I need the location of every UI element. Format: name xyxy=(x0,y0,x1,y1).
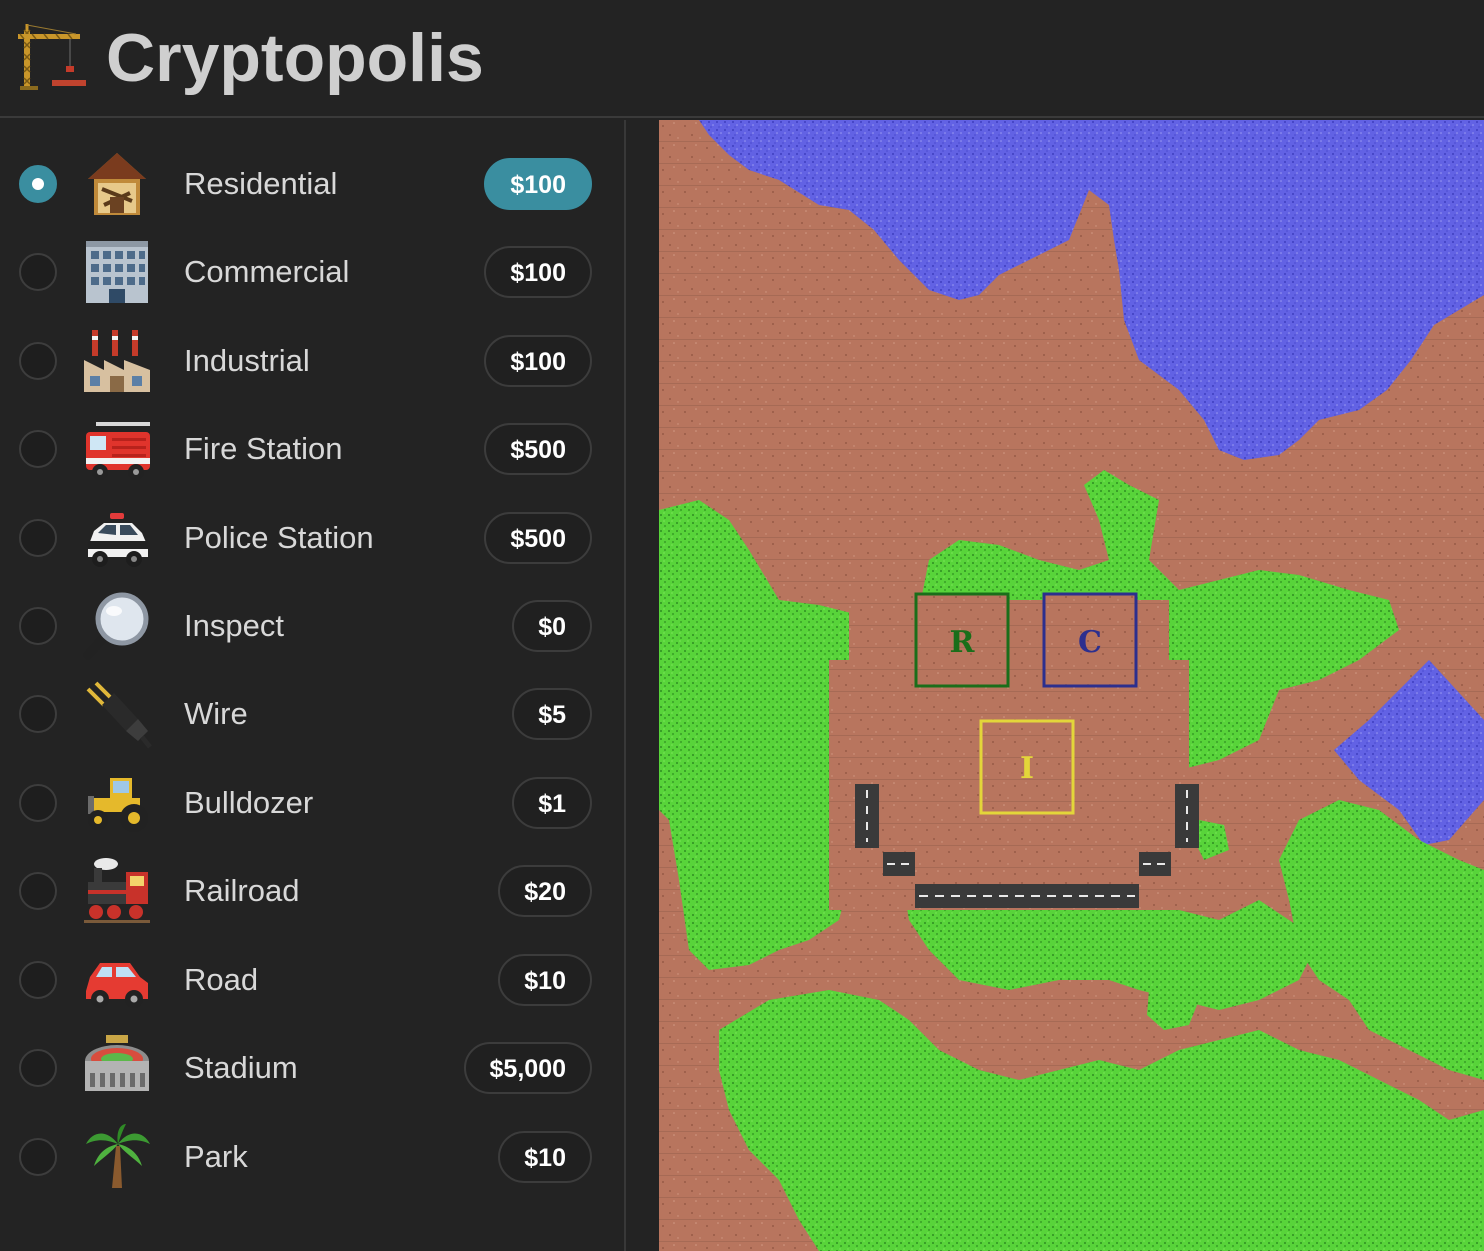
factory-icon xyxy=(82,326,152,396)
tool-sidebar: Residential $100 Commercial $100 Industrial $… xyxy=(0,120,626,1251)
construction-crane-icon xyxy=(18,24,86,90)
tool-item-wire[interactable]: Wire $5 xyxy=(0,670,624,758)
tool-item-inspect[interactable]: Inspect $0 xyxy=(0,582,624,670)
tool-item-road[interactable]: Road $10 xyxy=(0,936,624,1024)
residential-zone[interactable]: R xyxy=(914,592,1010,688)
tool-radio[interactable] xyxy=(19,961,57,999)
locomotive-icon xyxy=(82,856,152,926)
tool-item-fire-station[interactable]: Fire Station $500 xyxy=(0,405,624,493)
police-car-icon xyxy=(82,503,152,573)
tool-price-badge: $500 xyxy=(484,512,592,564)
tool-item-bulldozer[interactable]: Bulldozer $1 xyxy=(0,759,624,847)
tool-label: Fire Station xyxy=(184,431,343,466)
tool-label: Police Station xyxy=(184,520,374,555)
commercial-zone[interactable]: C xyxy=(1042,592,1138,688)
tool-radio[interactable] xyxy=(19,253,57,291)
tool-label: Inspect xyxy=(184,608,284,643)
zone-letter: C xyxy=(1078,625,1102,660)
zone-letter: I xyxy=(1020,751,1034,786)
tool-price-badge: $10 xyxy=(498,954,592,1006)
tool-radio[interactable] xyxy=(19,1049,57,1087)
tool-label: Residential xyxy=(184,166,338,201)
tool-price-badge: $5 xyxy=(512,688,592,740)
tool-label: Park xyxy=(184,1139,248,1174)
tool-radio[interactable] xyxy=(19,1138,57,1176)
zone-letter: R xyxy=(950,625,976,660)
tool-label: Railroad xyxy=(184,873,300,908)
tool-radio[interactable] xyxy=(19,872,57,910)
tool-price-badge: $20 xyxy=(498,865,592,917)
tool-price-badge: $100 xyxy=(484,335,592,387)
tractor-icon xyxy=(82,768,152,838)
page-title: Cryptopolis xyxy=(106,20,484,96)
tool-label: Commercial xyxy=(184,254,350,289)
tool-label: Road xyxy=(184,962,259,997)
tool-label: Bulldozer xyxy=(184,785,314,820)
stadium-icon xyxy=(82,1033,152,1103)
fire-truck-icon xyxy=(82,414,152,484)
magnifying-glass-icon xyxy=(82,591,152,661)
tool-radio[interactable] xyxy=(19,519,57,557)
palm-tree-icon xyxy=(82,1122,152,1192)
tool-item-industrial[interactable]: Industrial $100 xyxy=(0,317,624,405)
tool-price-badge: $0 xyxy=(512,600,592,652)
tool-price-badge: $1 xyxy=(512,777,592,829)
tool-radio[interactable] xyxy=(19,430,57,468)
tool-label: Wire xyxy=(184,696,248,731)
tool-radio[interactable] xyxy=(19,607,57,645)
tool-radio[interactable] xyxy=(19,695,57,733)
electric-plug-icon xyxy=(82,679,152,749)
tool-item-residential[interactable]: Residential $100 xyxy=(0,140,624,228)
city-map[interactable]: R C I xyxy=(659,120,1484,1251)
house-icon xyxy=(82,149,152,219)
tool-item-railroad[interactable]: Railroad $20 xyxy=(0,847,624,935)
tool-radio[interactable] xyxy=(19,165,57,203)
tool-item-park[interactable]: Park $10 xyxy=(0,1113,624,1201)
tool-price-badge: $10 xyxy=(498,1131,592,1183)
tool-label: Stadium xyxy=(184,1050,298,1085)
car-icon xyxy=(82,945,152,1015)
tool-price-badge: $100 xyxy=(484,158,592,210)
tool-label: Industrial xyxy=(184,343,310,378)
app-header: Cryptopolis xyxy=(0,0,1484,118)
tool-item-police-station[interactable]: Police Station $500 xyxy=(0,494,624,582)
tool-price-badge: $5,000 xyxy=(463,1042,592,1094)
terrain-canvas[interactable]: R C I xyxy=(659,120,1484,1251)
office-building-icon xyxy=(82,237,152,307)
tool-item-commercial[interactable]: Commercial $100 xyxy=(0,228,624,316)
industrial-zone[interactable]: I xyxy=(979,719,1075,815)
tool-price-badge: $100 xyxy=(484,246,592,298)
tool-price-badge: $500 xyxy=(484,423,592,475)
tool-radio[interactable] xyxy=(19,342,57,380)
tool-item-stadium[interactable]: Stadium $5,000 xyxy=(0,1024,624,1112)
tool-radio[interactable] xyxy=(19,784,57,822)
